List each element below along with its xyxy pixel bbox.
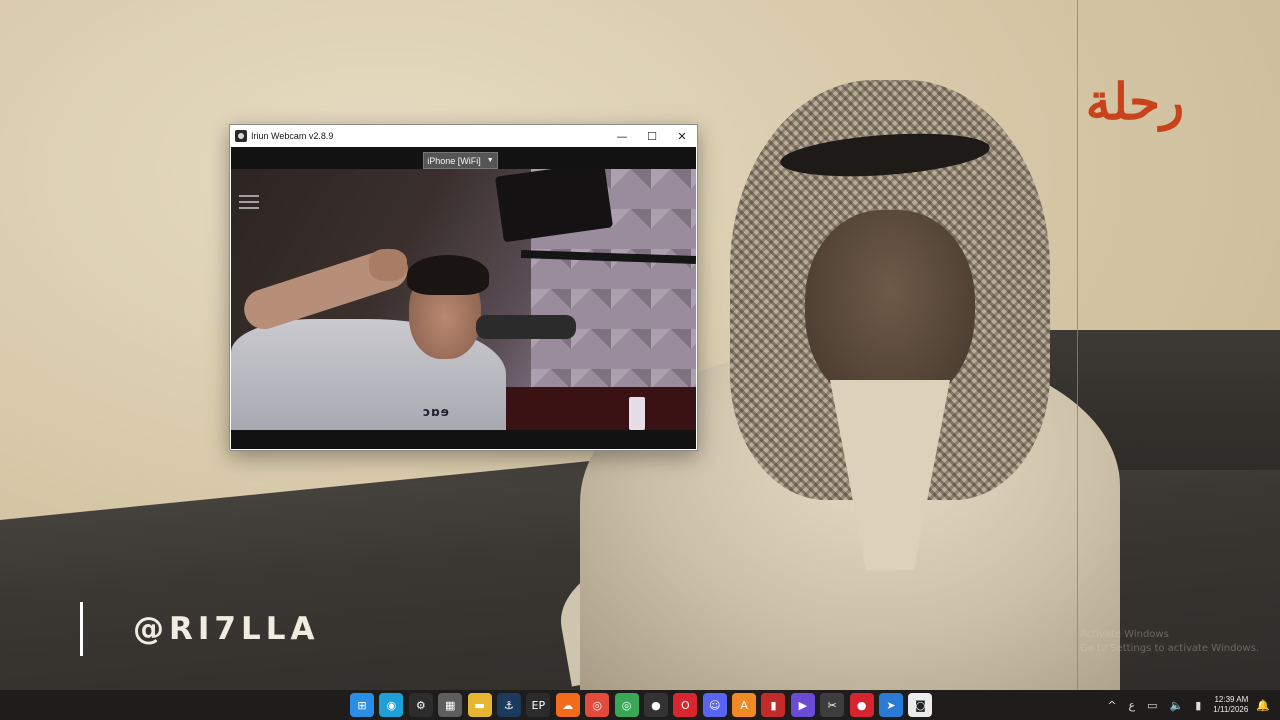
iriun-webcam-window[interactable]: Iriun Webcam v2.8.9 — ☐ ✕ iPhone [WiFi] … xyxy=(229,124,698,451)
hamburger-menu-icon[interactable] xyxy=(239,195,259,209)
windows-start-icon[interactable]: ⊞ xyxy=(350,693,374,717)
app-tool-icon[interactable]: ✂ xyxy=(820,693,845,717)
activation-line-1: Activate Windows xyxy=(1080,629,1169,640)
tray-chevron-icon[interactable]: ^ xyxy=(1107,699,1116,712)
camera-viewport: iPhone [WiFi] ▼ ɔɒɘ xyxy=(231,147,696,449)
window-titlebar[interactable]: Iriun Webcam v2.8.9 — ☐ ✕ xyxy=(230,125,697,147)
hamburger-line xyxy=(239,201,259,203)
iriun-icon[interactable]: ◙ xyxy=(908,693,933,717)
notification-bell-icon[interactable]: 🔔 xyxy=(1256,699,1270,712)
discord-icon[interactable]: ☺ xyxy=(702,693,727,717)
handle-bar xyxy=(80,602,83,656)
chevron-down-icon: ▼ xyxy=(486,157,494,164)
camera-feed: ɔɒɘ xyxy=(231,169,696,430)
system-tray: ^ ع ▭ 🔈 ▮ 12:39 AM 1/11/2026 🔔 xyxy=(1101,690,1270,720)
store-icon[interactable]: ▦ xyxy=(438,693,463,717)
hamburger-line xyxy=(239,207,259,209)
feed-person-fist xyxy=(369,249,407,281)
device-select[interactable]: iPhone [WiFi] ▼ xyxy=(423,152,498,169)
maximize-button[interactable]: ☐ xyxy=(637,125,667,147)
taskbar: ⊞ ◉ ⚙ ▦ ▬ ⚓ EP ☁ ◎ ◎ ● O ☺ A ▮ ▶ ✂ ● ➤ ◙ ^ ع ▭ 🔈 ▮ 12:39 AM… xyxy=(0,690,1280,720)
app-rec-icon[interactable]: ● xyxy=(849,693,874,717)
minimize-button[interactable]: — xyxy=(607,125,637,147)
taskbar-apps: ⊞ ◉ ⚙ ▦ ▬ ⚓ EP ☁ ◎ ◎ ● O ☺ A ▮ ▶ ✂ ● ➤ ◙ xyxy=(350,693,938,717)
wallpaper-logo: رحلة xyxy=(1085,72,1185,131)
steam-icon[interactable]: ⚓ xyxy=(496,693,521,717)
app-purple-icon[interactable]: ▶ xyxy=(790,693,815,717)
github-icon[interactable]: ● xyxy=(643,693,668,717)
opera-icon[interactable]: O xyxy=(673,693,698,717)
soundcloud-icon[interactable]: ☁ xyxy=(555,693,580,717)
app-blue-icon[interactable]: ➤ xyxy=(879,693,904,717)
feed-can xyxy=(629,397,645,430)
battery-icon[interactable]: ▮ xyxy=(1195,699,1201,712)
wallpaper-divider xyxy=(1077,0,1078,690)
activation-watermark: Activate Windows Go to Settings to activ… xyxy=(1080,628,1259,656)
network-icon[interactable]: ▭ xyxy=(1147,699,1157,712)
clock-date: 1/11/2026 xyxy=(1213,705,1249,714)
device-select-value: iPhone [WiFi] xyxy=(427,155,481,166)
app-orange-icon[interactable]: A xyxy=(732,693,757,717)
epic-games-icon[interactable]: EP xyxy=(526,693,551,717)
handle-text: @RI7LLA xyxy=(133,611,320,647)
file-explorer-icon[interactable]: ▬ xyxy=(467,693,492,717)
language-indicator[interactable]: ع xyxy=(1129,699,1136,712)
clock[interactable]: 12:39 AM 1/11/2026 xyxy=(1213,695,1248,715)
activation-line-2: Go to Settings to activate Windows. xyxy=(1080,643,1260,654)
edge-icon[interactable]: ◉ xyxy=(379,693,404,717)
app-red-icon[interactable]: ▮ xyxy=(761,693,786,717)
window-title: Iriun Webcam v2.8.9 xyxy=(251,131,334,141)
social-handle: @RI7LLA xyxy=(80,602,319,656)
feed-hoodie-print: ɔɒɘ xyxy=(423,405,450,419)
hamburger-line xyxy=(239,195,259,197)
close-button[interactable]: ✕ xyxy=(667,125,697,147)
chrome-alt-icon[interactable]: ◎ xyxy=(614,693,639,717)
feed-person-hair xyxy=(407,255,489,295)
iriun-app-icon xyxy=(235,130,247,142)
chrome-icon[interactable]: ◎ xyxy=(585,693,610,717)
volume-icon[interactable]: 🔈 xyxy=(1170,699,1184,712)
feed-microphone xyxy=(476,315,576,339)
clock-time: 12:39 AM xyxy=(1214,695,1249,704)
feed-desk xyxy=(491,387,696,430)
obs-icon[interactable]: ⚙ xyxy=(408,693,433,717)
